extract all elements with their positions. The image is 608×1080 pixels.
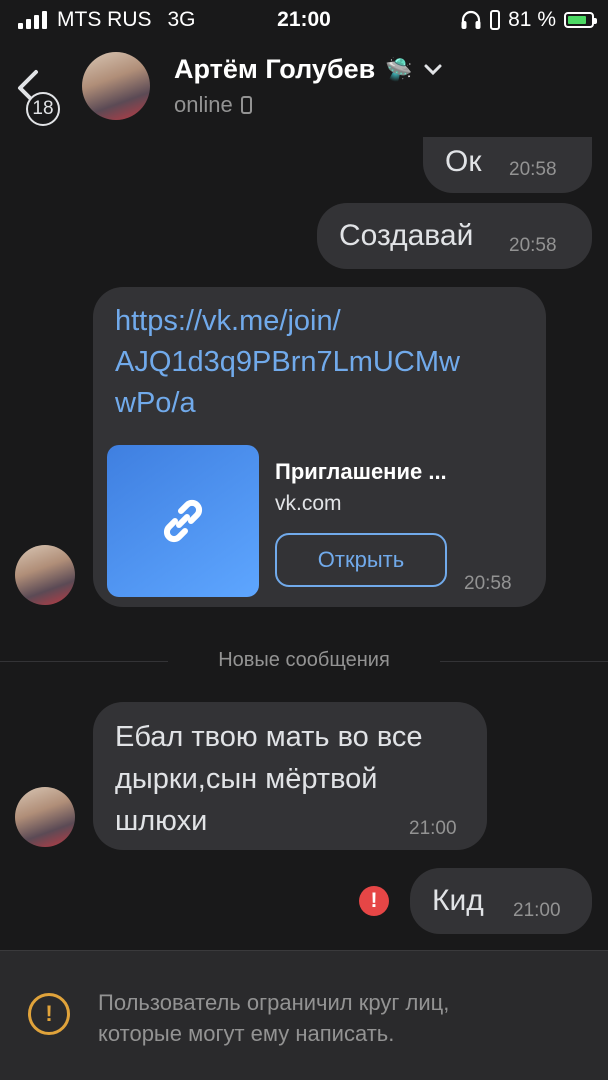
invite-link-line[interactable]: https://vk.me/join/ bbox=[115, 301, 460, 342]
link-preview-image[interactable] bbox=[107, 445, 259, 597]
orientation-lock-icon bbox=[490, 10, 501, 30]
restriction-text-line: которые могут ему написать. bbox=[98, 1021, 395, 1046]
message-text: Создавай bbox=[339, 219, 474, 252]
restriction-text: Пользователь ограничил круг лиц, которые… bbox=[98, 987, 578, 1049]
mobile-device-icon bbox=[240, 96, 252, 114]
open-link-button[interactable]: Открыть bbox=[275, 533, 447, 587]
message-time: 20:58 bbox=[509, 235, 557, 256]
chevron-down-icon[interactable] bbox=[423, 63, 443, 77]
invite-link-line[interactable]: AJQ1d3q9PBrn7LmUCMw bbox=[115, 342, 460, 383]
message-text-line: дырки,сын мёртвой bbox=[115, 763, 378, 795]
link-preview-title: Приглашение ... bbox=[275, 459, 447, 484]
contact-avatar[interactable] bbox=[82, 52, 150, 120]
incoming-message[interactable]: Ебал твою мать во все дырки,сын мёртвой … bbox=[93, 702, 487, 850]
chat-header: 18 Артём Голубев 🛸 online bbox=[0, 40, 608, 135]
message-text-line: Ебал твою мать во все bbox=[115, 721, 423, 753]
message-time: 20:58 bbox=[464, 573, 512, 594]
message-time: 21:00 bbox=[513, 900, 561, 921]
message-text-line: шлюхи bbox=[115, 805, 208, 837]
restriction-text-line: Пользователь ограничил круг лиц, bbox=[98, 990, 450, 1015]
warning-icon: ! bbox=[28, 993, 70, 1035]
presence-label: online bbox=[174, 92, 233, 117]
unread-count-badge[interactable]: 18 bbox=[26, 92, 60, 126]
link-preview-domain: vk.com bbox=[275, 492, 342, 515]
restriction-notice: ! Пользователь ограничил круг лиц, котор… bbox=[0, 950, 608, 1080]
contact-name[interactable]: Артём Голубев 🛸 bbox=[174, 54, 443, 85]
sender-avatar[interactable] bbox=[15, 545, 75, 605]
link-icon bbox=[163, 499, 203, 543]
headphones-icon bbox=[461, 10, 481, 29]
new-messages-divider: Новые сообщения bbox=[0, 649, 608, 671]
invite-link-line[interactable]: wPo/a bbox=[115, 383, 460, 424]
send-error-icon[interactable]: ! bbox=[359, 886, 389, 916]
presence-status: online bbox=[174, 92, 252, 118]
outgoing-message[interactable]: Создавай 20:58 bbox=[317, 203, 592, 269]
incoming-link-message[interactable]: https://vk.me/join/ AJQ1d3q9PBrn7LmUCMw … bbox=[93, 287, 546, 607]
contact-name-label: Артём Голубев bbox=[174, 54, 376, 84]
new-messages-label: Новые сообщения bbox=[218, 649, 390, 671]
message-text: Ок bbox=[445, 145, 482, 178]
sender-avatar[interactable] bbox=[15, 787, 75, 847]
message-text: Кид bbox=[432, 884, 484, 917]
ufo-emoji-icon: 🛸 bbox=[385, 56, 413, 82]
message-time: 20:58 bbox=[509, 159, 557, 180]
battery-icon bbox=[564, 12, 597, 28]
outgoing-message[interactable]: Ок 20:58 bbox=[423, 137, 592, 193]
outgoing-message[interactable]: Кид 21:00 bbox=[410, 868, 592, 934]
message-time: 21:00 bbox=[409, 818, 457, 839]
status-bar: MTS RUS 3G 21:00 81 % bbox=[0, 0, 608, 40]
battery-percent-label: 81 % bbox=[508, 8, 556, 31]
